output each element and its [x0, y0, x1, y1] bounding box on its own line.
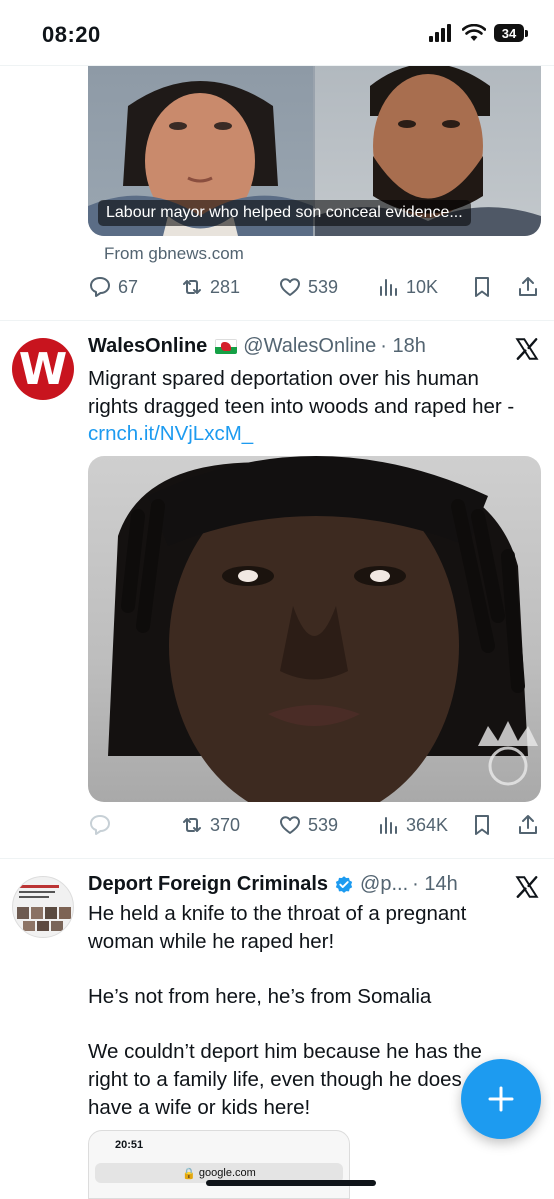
embed-time: 20:51	[115, 1139, 144, 1151]
reply-button[interactable]: 67	[88, 275, 138, 299]
tweet-actions-wales: 370 539 364K	[88, 813, 541, 843]
repost-button[interactable]: 281	[180, 275, 240, 299]
display-name[interactable]: Deport Foreign Criminals	[88, 873, 328, 896]
repost-icon	[183, 818, 201, 832]
repost-icon	[183, 280, 201, 294]
signal-icon	[429, 24, 451, 42]
verified-badge-icon	[335, 875, 353, 893]
reply-icon	[90, 277, 110, 297]
link-source[interactable]: From gbnews.com	[104, 244, 244, 264]
lock-icon: 🔒	[182, 1167, 196, 1180]
reply-count: 67	[118, 276, 139, 297]
status-bar: 08:20 34	[0, 0, 554, 66]
views-button[interactable]: 364K	[376, 813, 448, 837]
tweet-text: He’s not from here, he’s from Somalia	[88, 983, 528, 1011]
avatar[interactable]: W	[12, 338, 74, 400]
view-count: 364K	[406, 814, 449, 835]
media-caption: Labour mayor who helped son conceal evid…	[98, 200, 471, 226]
share-icon	[519, 277, 537, 296]
tweet-text-line: woman while he raped her!	[88, 930, 335, 953]
battery-icon: 34	[494, 24, 528, 42]
compose-button[interactable]	[461, 1059, 541, 1139]
x-logo-icon[interactable]	[514, 336, 540, 362]
like-count: 539	[308, 814, 339, 835]
tweet-header: WalesOnline @WalesOnline · 18h	[88, 335, 426, 358]
tweet-text-line: We couldn’t deport him because he has th…	[88, 1040, 482, 1063]
tweet-text-line: rights dragged teen into woods and raped…	[88, 394, 515, 418]
tweet-text-line: He held a knife to the throat of a pregn…	[88, 902, 467, 925]
tweet-text: He held a knife to the throat of a pregn…	[88, 900, 528, 956]
views-button[interactable]: 10K	[376, 275, 438, 299]
like-count: 539	[308, 276, 339, 297]
share-icon	[519, 815, 537, 834]
tweet-header: Deport Foreign Criminals @p... · 14h	[88, 873, 458, 896]
share-button[interactable]	[516, 275, 540, 299]
like-button[interactable]: 539	[278, 275, 338, 299]
tweet-text-line: Migrant spared deportation over his huma…	[88, 367, 479, 390]
battery-level: 34	[494, 24, 524, 42]
tweet-text-line: He’s not from here, he’s from Somalia	[88, 985, 432, 1008]
bookmark-icon	[475, 815, 489, 835]
user-handle[interactable]: @WalesOnline	[243, 335, 376, 358]
like-button[interactable]: 539	[278, 813, 338, 837]
divider	[0, 858, 554, 859]
tweet-time: · 18h	[380, 335, 426, 357]
wifi-icon	[462, 24, 486, 41]
tweet-media-image[interactable]: 20:51 🔒 google.com	[88, 1130, 350, 1199]
views-icon	[380, 279, 397, 296]
home-indicator[interactable]	[206, 1180, 376, 1186]
x-logo-icon[interactable]	[514, 874, 540, 900]
reply-icon	[90, 815, 110, 835]
reply-button[interactable]	[88, 813, 112, 837]
status-time: 08:20	[42, 22, 101, 47]
heart-icon	[280, 816, 300, 834]
embed-url-text: google.com	[198, 1167, 256, 1179]
repost-count: 281	[210, 276, 241, 297]
tweet-media-image[interactable]	[88, 456, 541, 802]
share-button[interactable]	[516, 813, 540, 837]
divider	[0, 320, 554, 321]
tweet-text: Migrant spared deportation over his huma…	[88, 365, 533, 448]
status-icons: 34	[428, 24, 528, 42]
repost-button[interactable]: 370	[180, 813, 240, 837]
views-icon	[380, 817, 397, 834]
display-name[interactable]: WalesOnline	[88, 335, 207, 358]
tweet-media-image[interactable]: Labour mayor who helped son conceal evid…	[88, 66, 541, 236]
tweet-actions-top: 67 281 539 10K	[88, 275, 541, 305]
bookmark-icon	[475, 277, 489, 297]
avatar-letter: W	[18, 343, 68, 395]
avatar[interactable]	[12, 876, 74, 938]
bookmark-button[interactable]	[470, 813, 494, 837]
tweet-link[interactable]: crnch.it/NVjLxcM_	[88, 420, 533, 448]
user-handle[interactable]: @p...	[360, 873, 408, 896]
view-count: 10K	[406, 276, 439, 297]
heart-icon	[280, 278, 300, 296]
wales-flag-icon	[215, 339, 238, 354]
tweet-time: · 14h	[412, 873, 458, 895]
repost-count: 370	[210, 814, 241, 835]
bookmark-button[interactable]	[470, 275, 494, 299]
plus-icon	[488, 1086, 514, 1112]
mugshot-image	[108, 456, 538, 802]
